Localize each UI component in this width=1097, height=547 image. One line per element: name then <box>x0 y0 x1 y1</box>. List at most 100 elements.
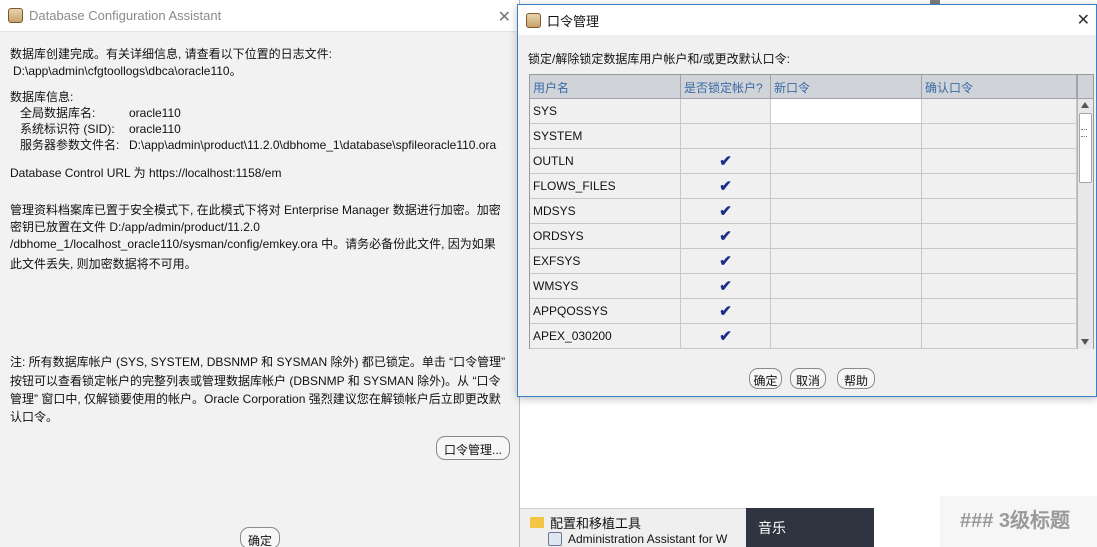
column-header-confirm-password[interactable]: 确认口令 <box>922 75 1077 99</box>
accounts-table: 用户名 是否锁定帐户? 新口令 确认口令 SYS SYSTEM OUTLN ✔ FLOW… <box>529 74 1094 349</box>
markdown-preview: ### 3级标题 <box>940 496 1097 547</box>
column-header-username[interactable]: 用户名 <box>530 75 681 99</box>
cell-confirm-password[interactable] <box>922 174 1077 199</box>
accounts-table-header: 用户名 是否锁定帐户? 新口令 确认口令 <box>530 75 1077 99</box>
secure-mode-line: 管理资料档案库已置于安全模式下, 在此模式下将对 Enterprise Mana… <box>10 203 501 217</box>
table-row[interactable]: OUTLN ✔ <box>530 149 1077 174</box>
cell-locked-checkbox[interactable]: ✔ <box>681 149 771 174</box>
table-row[interactable]: ORDSYS ✔ <box>530 224 1077 249</box>
log-path-text: D:\app\admin\cfgtoollogs\dbca\oracle110。 <box>13 64 242 78</box>
cell-locked-checkbox[interactable] <box>681 124 771 149</box>
table-row[interactable]: MDSYS ✔ <box>530 199 1077 224</box>
cell-confirm-password[interactable] <box>922 99 1077 124</box>
folder-icon <box>530 517 544 528</box>
creation-done-text: 数据库创建完成。有关详细信息, 请查看以下位置的日志文件: <box>10 47 333 61</box>
music-tile[interactable]: 音乐 <box>746 508 874 547</box>
pw-cancel-button[interactable]: 取消 <box>790 368 826 389</box>
markdown-heading-text: ### 3级标题 <box>960 510 1071 532</box>
cell-locked-checkbox[interactable]: ✔ <box>681 274 771 299</box>
java-app-icon <box>8 8 23 23</box>
cell-new-password[interactable] <box>771 149 922 174</box>
cell-username: SYS <box>530 99 681 124</box>
cell-username: FLOWS_FILES <box>530 174 681 199</box>
scrollbar-thumb[interactable] <box>1079 113 1092 183</box>
cell-username: OUTLN <box>530 149 681 174</box>
music-tile-label: 音乐 <box>758 520 786 536</box>
cell-new-password[interactable] <box>771 249 922 274</box>
scroll-up-icon[interactable] <box>1081 102 1089 108</box>
table-vertical-scrollbar[interactable] <box>1077 99 1093 349</box>
cell-username: APEX_030200 <box>530 324 681 349</box>
note-line: 注: 所有数据库帐户 (SYS, SYSTEM, DBSNMP 和 SYSMAN… <box>10 355 506 369</box>
note-line: 管理” 窗口中, 仅解锁要使用的帐户。Oracle Corporation 强烈… <box>10 392 501 406</box>
secure-mode-line: 密钥已放置在文件 D:/app/admin/product/11.2.0 <box>10 220 260 234</box>
cell-confirm-password[interactable] <box>922 199 1077 224</box>
global-db-name-value: oracle110 <box>129 106 181 120</box>
cell-new-password[interactable] <box>771 199 922 224</box>
cell-locked-checkbox[interactable] <box>681 99 771 124</box>
cell-new-password[interactable] <box>771 274 922 299</box>
sid-label: 系统标识符 (SID): <box>20 122 115 136</box>
cell-username: EXFSYS <box>530 249 681 274</box>
cell-locked-checkbox[interactable]: ✔ <box>681 224 771 249</box>
spfile-label: 服务器参数文件名: <box>20 138 120 152</box>
cell-new-password[interactable] <box>771 224 922 249</box>
pw-ok-button[interactable]: 确定 <box>749 368 782 389</box>
cell-confirm-password[interactable] <box>922 249 1077 274</box>
table-row[interactable]: APPQOSSYS ✔ <box>530 299 1077 324</box>
cell-new-password[interactable] <box>771 299 922 324</box>
db-info-heading: 数据库信息: <box>10 90 74 104</box>
cell-confirm-password[interactable] <box>922 274 1077 299</box>
cell-username: APPQOSSYS <box>530 299 681 324</box>
cell-locked-checkbox[interactable]: ✔ <box>681 174 771 199</box>
column-header-locked[interactable]: 是否锁定帐户? <box>681 75 771 99</box>
note-line: 认口令。 <box>10 410 59 424</box>
column-header-new-password[interactable]: 新口令 <box>771 75 922 99</box>
cell-confirm-password[interactable] <box>922 224 1077 249</box>
cell-new-password[interactable] <box>771 174 922 199</box>
cell-confirm-password[interactable] <box>922 124 1077 149</box>
cell-username: MDSYS <box>530 199 681 224</box>
table-row[interactable]: FLOWS_FILES ✔ <box>530 174 1077 199</box>
dbca-ok-button[interactable]: 确定 <box>240 527 280 547</box>
cell-username: ORDSYS <box>530 224 681 249</box>
pw-titlebar[interactable]: 口令管理 ✕ <box>518 5 1096 35</box>
table-row[interactable]: WMSYS ✔ <box>530 274 1077 299</box>
dbca-window: Database Configuration Assistant ✕ 数据库创建… <box>0 0 520 547</box>
pw-dialog-title: 口令管理 <box>547 13 600 29</box>
scroll-down-icon[interactable] <box>1081 339 1089 345</box>
table-row[interactable]: APEX_030200 ✔ <box>530 324 1077 349</box>
dbca-title: Database Configuration Assistant <box>29 8 222 23</box>
pw-prompt-text: 锁定/解除锁定数据库用户帐户和/或更改默认口令: <box>528 52 791 66</box>
note-line: 按钮可以查看锁定帐户的完整列表或管理数据库帐户 (DBSNMP 和 SYSMAN… <box>10 374 501 388</box>
scrollbar-grip-icon <box>1081 129 1087 137</box>
close-icon[interactable]: ✕ <box>1077 10 1090 30</box>
cell-confirm-password[interactable] <box>922 149 1077 174</box>
cell-locked-checkbox[interactable]: ✔ <box>681 199 771 224</box>
cell-username: SYSTEM <box>530 124 681 149</box>
cell-locked-checkbox[interactable]: ✔ <box>681 324 771 349</box>
secure-mode-line: 此文件丢失, 则加密数据将不可用。 <box>10 257 197 271</box>
password-management-button[interactable]: 口令管理... <box>436 436 510 460</box>
accounts-table-body: SYS SYSTEM OUTLN ✔ FLOWS_FILES ✔ MDSYS ✔ ORDSYS ✔… <box>530 99 1077 349</box>
start-menu-folder-item[interactable]: 配置和移植工具 <box>530 513 641 532</box>
close-icon[interactable]: ✕ <box>498 7 511 27</box>
spfile-value: D:\app\admin\product\11.2.0\dbhome_1\dat… <box>129 138 497 152</box>
cell-confirm-password[interactable] <box>922 324 1077 349</box>
table-row[interactable]: SYS <box>530 99 1077 124</box>
start-menu-folder-label: 配置和移植工具 <box>550 516 642 531</box>
cell-confirm-password[interactable] <box>922 299 1077 324</box>
sid-value: oracle110 <box>129 122 181 136</box>
cell-new-password[interactable] <box>771 99 922 124</box>
table-row[interactable]: EXFSYS ✔ <box>530 249 1077 274</box>
cell-new-password[interactable] <box>771 124 922 149</box>
table-row[interactable]: SYSTEM <box>530 124 1077 149</box>
start-menu-app-item[interactable]: Administration Assistant for W <box>548 532 727 546</box>
pw-help-button[interactable]: 帮助 <box>837 368 875 389</box>
dbca-titlebar[interactable]: Database Configuration Assistant ✕ <box>0 0 519 32</box>
app-icon <box>548 532 562 546</box>
global-db-name-label: 全局数据库名: <box>20 106 96 120</box>
cell-locked-checkbox[interactable]: ✔ <box>681 299 771 324</box>
cell-new-password[interactable] <box>771 324 922 349</box>
cell-locked-checkbox[interactable]: ✔ <box>681 249 771 274</box>
